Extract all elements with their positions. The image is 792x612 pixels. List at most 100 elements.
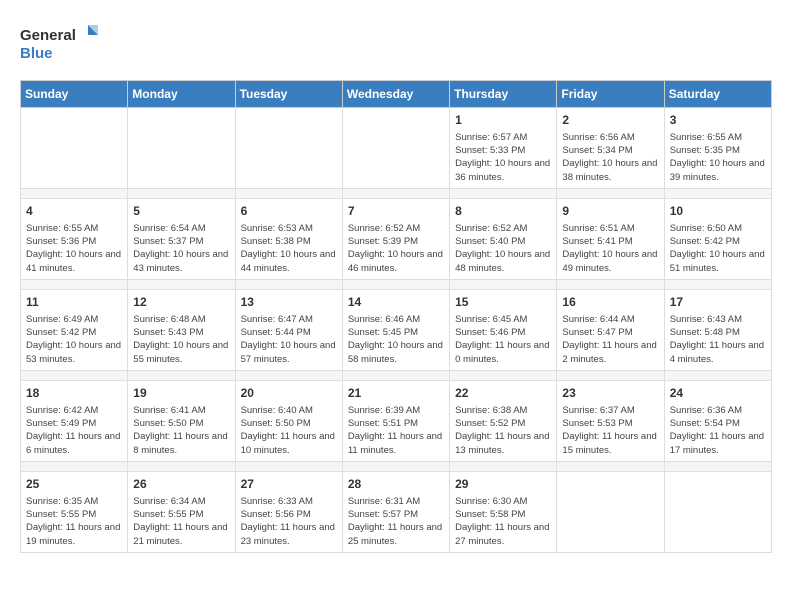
calendar-cell: 17 Sunrise: 6:43 AMSunset: 5:48 PMDayligh… — [664, 289, 771, 370]
calendar-cell: 18Sunrise: 6:42 AMSunset: 5:49 PMDayligh… — [21, 380, 128, 461]
cell-info: Sunrise: 6:42 AMSunset: 5:49 PMDaylight:… — [26, 404, 122, 457]
separator-cell — [557, 370, 664, 380]
cell-info: Sunrise: 6:43 AMSunset: 5:48 PMDaylight:… — [670, 313, 766, 366]
cell-info: Sunrise: 6:52 AMSunset: 5:39 PMDaylight:… — [348, 222, 444, 275]
calendar-cell: 28Sunrise: 6:31 AMSunset: 5:57 PMDayligh… — [342, 471, 449, 552]
cell-info: Sunrise: 6:54 AMSunset: 5:37 PMDaylight:… — [133, 222, 229, 275]
separator-cell — [342, 188, 449, 198]
separator-cell — [342, 370, 449, 380]
calendar-week-2: 4Sunrise: 6:55 AMSunset: 5:36 PMDaylight… — [21, 198, 772, 279]
separator-cell — [128, 188, 235, 198]
day-number: 12 — [133, 294, 229, 311]
separator-cell — [450, 461, 557, 471]
calendar-cell: 15Sunrise: 6:45 AMSunset: 5:46 PMDayligh… — [450, 289, 557, 370]
separator-cell — [450, 370, 557, 380]
day-number: 19 — [133, 385, 229, 402]
separator-cell — [21, 279, 128, 289]
separator-cell — [342, 279, 449, 289]
calendar-cell: 6 Sunrise: 6:53 AMSunset: 5:38 PMDaylight… — [235, 198, 342, 279]
separator-cell — [450, 279, 557, 289]
separator-cell — [450, 188, 557, 198]
cell-info: Sunrise: 6:55 AMSunset: 5:35 PMDaylight:… — [670, 131, 766, 184]
calendar-week-4: 18Sunrise: 6:42 AMSunset: 5:49 PMDayligh… — [21, 380, 772, 461]
separator-cell — [128, 370, 235, 380]
separator-cell — [128, 461, 235, 471]
separator-cell — [235, 279, 342, 289]
separator-cell — [342, 461, 449, 471]
calendar-cell: 19Sunrise: 6:41 AMSunset: 5:50 PMDayligh… — [128, 380, 235, 461]
logo-svg: General Blue — [20, 20, 100, 70]
cell-info: Sunrise: 6:38 AMSunset: 5:52 PMDaylight:… — [455, 404, 551, 457]
cell-info: Sunrise: 6:40 AMSunset: 5:50 PMDaylight:… — [241, 404, 337, 457]
day-number: 28 — [348, 476, 444, 493]
calendar-cell — [21, 108, 128, 189]
svg-text:Blue: Blue — [20, 45, 53, 62]
calendar-cell: 9 Sunrise: 6:51 AMSunset: 5:41 PMDaylight… — [557, 198, 664, 279]
cell-info: Sunrise: 6:50 AMSunset: 5:42 PMDaylight:… — [670, 222, 766, 275]
calendar-cell: 8Sunrise: 6:52 AMSunset: 5:40 PMDaylight… — [450, 198, 557, 279]
separator-cell — [664, 370, 771, 380]
day-number: 29 — [455, 476, 551, 493]
calendar-week-3: 11Sunrise: 6:49 AMSunset: 5:42 PMDayligh… — [21, 289, 772, 370]
cell-info: Sunrise: 6:36 AMSunset: 5:54 PMDaylight:… — [670, 404, 766, 457]
day-number: 2 — [562, 112, 658, 129]
cell-info: Sunrise: 6:53 AMSunset: 5:38 PMDaylight:… — [241, 222, 337, 275]
day-number: 4 — [26, 203, 122, 220]
calendar-cell: 13 Sunrise: 6:47 AMSunset: 5:44 PMDayligh… — [235, 289, 342, 370]
separator-cell — [21, 188, 128, 198]
day-number: 1 — [455, 112, 551, 129]
calendar-week-5: 25Sunrise: 6:35 AMSunset: 5:55 PMDayligh… — [21, 471, 772, 552]
cell-info: Sunrise: 6:56 AMSunset: 5:34 PMDaylight:… — [562, 131, 658, 184]
day-number: 17 — [670, 294, 766, 311]
calendar-cell: 25Sunrise: 6:35 AMSunset: 5:55 PMDayligh… — [21, 471, 128, 552]
calendar-cell: 10Sunrise: 6:50 AMSunset: 5:42 PMDayligh… — [664, 198, 771, 279]
day-number: 11 — [26, 294, 122, 311]
day-number: 15 — [455, 294, 551, 311]
cell-info: Sunrise: 6:47 AMSunset: 5:44 PMDaylight:… — [241, 313, 337, 366]
day-number: 7 — [348, 203, 444, 220]
day-number: 5 — [133, 203, 229, 220]
calendar-header-row: SundayMondayTuesdayWednesdayThursdayFrid… — [21, 81, 772, 108]
separator-cell — [557, 461, 664, 471]
calendar-week-1: 1Sunrise: 6:57 AMSunset: 5:33 PMDaylight… — [21, 108, 772, 189]
day-number: 16 — [562, 294, 658, 311]
separator-cell — [235, 188, 342, 198]
calendar-cell: 2 Sunrise: 6:56 AMSunset: 5:34 PMDaylight… — [557, 108, 664, 189]
calendar-cell: 14Sunrise: 6:46 AMSunset: 5:45 PMDayligh… — [342, 289, 449, 370]
calendar-cell: 4Sunrise: 6:55 AMSunset: 5:36 PMDaylight… — [21, 198, 128, 279]
cell-info: Sunrise: 6:35 AMSunset: 5:55 PMDaylight:… — [26, 495, 122, 548]
separator-cell — [664, 279, 771, 289]
day-number: 23 — [562, 385, 658, 402]
week-separator — [21, 188, 772, 198]
header-day-friday: Friday — [557, 81, 664, 108]
cell-info: Sunrise: 6:48 AMSunset: 5:43 PMDaylight:… — [133, 313, 229, 366]
calendar-cell: 22Sunrise: 6:38 AMSunset: 5:52 PMDayligh… — [450, 380, 557, 461]
day-number: 9 — [562, 203, 658, 220]
calendar-cell: 12 Sunrise: 6:48 AMSunset: 5:43 PMDayligh… — [128, 289, 235, 370]
day-number: 26 — [133, 476, 229, 493]
calendar-cell: 11Sunrise: 6:49 AMSunset: 5:42 PMDayligh… — [21, 289, 128, 370]
day-number: 21 — [348, 385, 444, 402]
separator-cell — [664, 188, 771, 198]
calendar-cell — [235, 108, 342, 189]
header-day-monday: Monday — [128, 81, 235, 108]
header-day-thursday: Thursday — [450, 81, 557, 108]
calendar-cell: 5 Sunrise: 6:54 AMSunset: 5:37 PMDaylight… — [128, 198, 235, 279]
day-number: 13 — [241, 294, 337, 311]
day-number: 27 — [241, 476, 337, 493]
day-number: 14 — [348, 294, 444, 311]
calendar-cell — [664, 471, 771, 552]
week-separator — [21, 279, 772, 289]
cell-info: Sunrise: 6:30 AMSunset: 5:58 PMDaylight:… — [455, 495, 551, 548]
day-number: 6 — [241, 203, 337, 220]
separator-cell — [664, 461, 771, 471]
cell-info: Sunrise: 6:51 AMSunset: 5:41 PMDaylight:… — [562, 222, 658, 275]
calendar-cell: 26Sunrise: 6:34 AMSunset: 5:55 PMDayligh… — [128, 471, 235, 552]
day-number: 24 — [670, 385, 766, 402]
day-number: 20 — [241, 385, 337, 402]
page-header: General Blue — [20, 20, 772, 70]
header-day-saturday: Saturday — [664, 81, 771, 108]
cell-info: Sunrise: 6:39 AMSunset: 5:51 PMDaylight:… — [348, 404, 444, 457]
calendar-cell: 20 Sunrise: 6:40 AMSunset: 5:50 PMDayligh… — [235, 380, 342, 461]
calendar-cell: 24 Sunrise: 6:36 AMSunset: 5:54 PMDayligh… — [664, 380, 771, 461]
